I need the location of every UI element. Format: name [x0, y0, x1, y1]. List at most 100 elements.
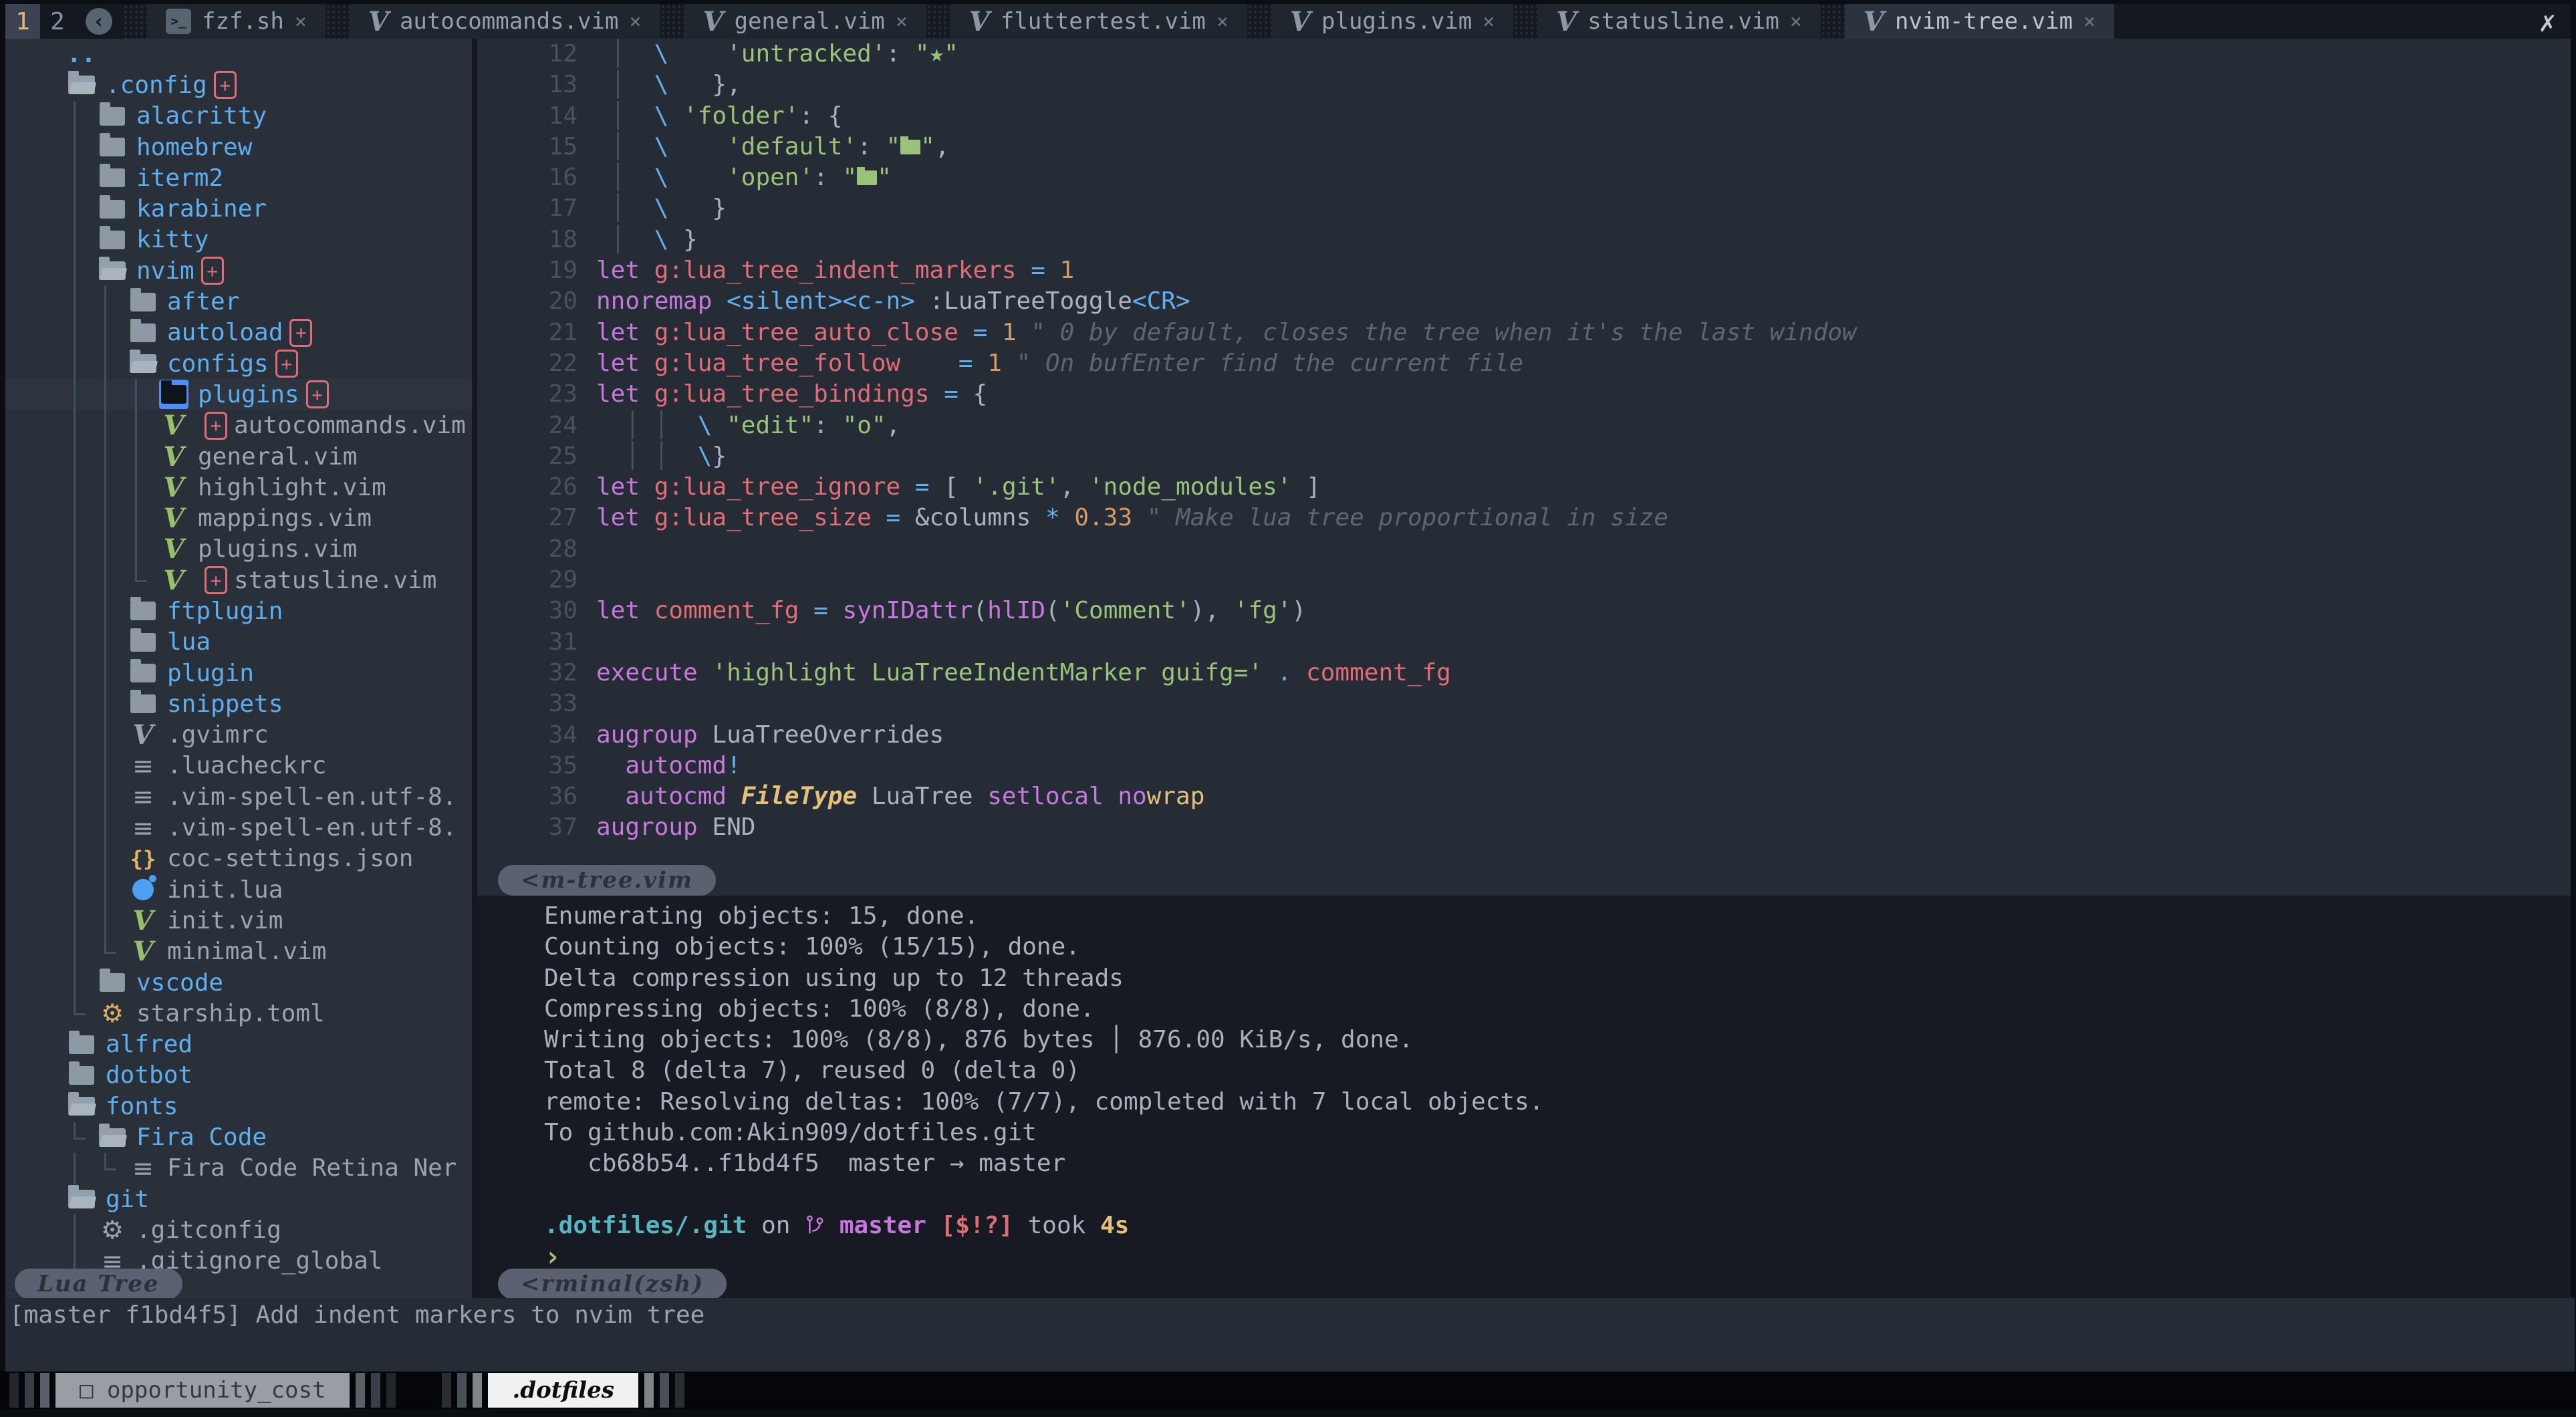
- tab-close-icon[interactable]: ×: [1790, 10, 1802, 33]
- tab-autocommands.vim[interactable]: Vautocommands.vim×: [350, 4, 660, 39]
- text-file-icon: ≡: [132, 751, 154, 781]
- code-editor-panel[interactable]: 12 │ \ 'untracked': "★"13 │ \ },14 │ \ '…: [477, 39, 2571, 896]
- line-number: 20: [477, 286, 596, 317]
- vim-message-line: [master f1bd4f5] Add indent markers to n…: [5, 1298, 2575, 1372]
- line-number: 33: [477, 688, 596, 719]
- code-line: 25 │ │ \}: [477, 441, 2571, 472]
- tmux-window-1[interactable]: □ opportunity_cost: [55, 1373, 350, 1408]
- code-line: 26let g:lua_tree_ignore = [ '.git', 'nod…: [477, 472, 2571, 503]
- folder-closed-icon: [67, 1030, 96, 1059]
- terminal-output-line: remote: Resolving deltas: 100% (7/7), co…: [477, 1087, 2571, 1118]
- folder-closed-icon: [67, 1061, 96, 1090]
- tab-close-icon[interactable]: ×: [629, 10, 641, 33]
- tab-separator-pattern: [326, 4, 350, 39]
- line-number: 23: [477, 379, 596, 410]
- tree-item-label: minimal.vim: [167, 938, 326, 965]
- tab-fluttertest.vim[interactable]: Vfluttertest.vim×: [950, 4, 1247, 39]
- tree-row-..[interactable]: ..: [5, 39, 472, 70]
- code-text: let g:lua_tree_indent_markers = 1: [596, 255, 1074, 286]
- gear-yellow-file-icon: ⚙: [98, 999, 127, 1028]
- tab-nvim-tree.vim[interactable]: Vnvim-tree.vim×: [1845, 4, 2114, 39]
- tree-item-label: lua: [167, 628, 211, 656]
- code-text: │ │ \}: [596, 441, 727, 472]
- tmux-window-2[interactable]: .dotfiles: [488, 1373, 638, 1408]
- tab-label: fzf.sh: [202, 8, 284, 35]
- folder-open-icon: [130, 354, 156, 373]
- tree-item-label: plugin: [167, 660, 254, 687]
- line-number: 15: [477, 132, 596, 162]
- code-line: 18 │ \ }: [477, 225, 2571, 255]
- folder-closed-icon: [130, 694, 156, 713]
- tree-row-.config[interactable]: .config+: [5, 70, 472, 100]
- tab-close-icon[interactable]: ×: [295, 10, 307, 33]
- vim-file-icon: V: [163, 441, 184, 472]
- tree-item-label: init.lua: [167, 876, 283, 904]
- folder-closed-icon: [100, 973, 125, 992]
- txt-file-icon: ≡: [128, 813, 158, 843]
- prompt-git-flags: [$!?]: [941, 1212, 1013, 1239]
- code-line: 33: [477, 688, 2571, 719]
- code-line: 27let g:lua_tree_size = &columns * 0.33 …: [477, 503, 2571, 533]
- code-line: 36 autocmd FileType LuaTree setlocal now…: [477, 781, 2571, 812]
- tree-item-label: statusline.vim: [234, 567, 436, 594]
- code-text: let g:lua_tree_ignore = [ '.git', 'node_…: [596, 472, 1321, 503]
- terminal-top-pad: [477, 896, 2571, 901]
- code-text: autocmd FileType LuaTree setlocal nowrap: [596, 781, 1204, 812]
- tab-label: autocommands.vim: [400, 8, 619, 35]
- tab-close-icon[interactable]: ×: [1483, 10, 1495, 33]
- gear-icon: ⚙: [101, 999, 124, 1028]
- tree-item-label: configs: [167, 350, 269, 378]
- tab-close-icon[interactable]: ×: [2083, 10, 2095, 33]
- window-close-icon[interactable]: ✗: [2539, 5, 2571, 38]
- prompt-cursor-char[interactable]: ›: [477, 1241, 2571, 1272]
- folder-closed-icon: [69, 1066, 94, 1085]
- tab-close-icon[interactable]: ×: [1216, 10, 1229, 33]
- terminal-output-line: [477, 1180, 2571, 1210]
- line-number: 16: [477, 162, 596, 193]
- code-line: 32execute 'highlight LuaTreeIndentMarker…: [477, 658, 2571, 688]
- vim-file-icon: V: [128, 937, 158, 967]
- history-back-icon[interactable]: ‹: [86, 8, 112, 35]
- vim-file-icon: V: [163, 565, 184, 596]
- terminal-split-panel[interactable]: Enumerating objects: 15, done.Counting o…: [477, 896, 2571, 1298]
- tab-label: general.vim: [735, 8, 885, 35]
- tree-row-fonts[interactable]: fonts: [5, 1091, 472, 1122]
- tree-row-git[interactable]: git: [5, 1184, 472, 1214]
- tree-item-label: alfred: [106, 1031, 192, 1058]
- vim-file-icon: V: [132, 905, 153, 936]
- txt-file-icon: ≡: [128, 782, 158, 811]
- folder-closed-icon: [100, 168, 125, 187]
- tree-item-label: plugins.vim: [198, 535, 357, 563]
- line-number: 30: [477, 596, 596, 626]
- tree-item-label: .luacheckrc: [167, 752, 326, 779]
- line-number: 28: [477, 534, 596, 565]
- tab-plugins.vim[interactable]: Vplugins.vim×: [1271, 4, 1513, 39]
- tab-fzf.sh[interactable]: >_fzf.sh×: [147, 4, 326, 39]
- line-number: 26: [477, 472, 596, 503]
- tree-row-dotbot[interactable]: dotbot: [5, 1060, 472, 1091]
- tree-item-label: .gvimrc: [167, 721, 269, 749]
- tab-statusline.vim[interactable]: Vstatusline.vim×: [1537, 4, 1821, 39]
- tree-item-label: snippets: [167, 690, 283, 718]
- prompt-duration: 4s: [1100, 1212, 1129, 1239]
- line-number: 32: [477, 658, 596, 688]
- file-tree-panel[interactable]: ...config+alacrittyhomebrewiterm2karabin…: [5, 39, 472, 1298]
- code-line: 17 │ \ }: [477, 193, 2571, 224]
- tmux-gradient-stripe: [442, 1373, 451, 1408]
- tab-close-icon[interactable]: ×: [896, 10, 908, 33]
- vim-icon: V: [1556, 6, 1577, 37]
- tree-row-alfred[interactable]: alfred: [5, 1029, 472, 1060]
- window-separator[interactable]: [472, 39, 477, 1298]
- vim-tabline: 12‹>_fzf.sh×Vautocommands.vim×Vgeneral.v…: [5, 4, 2571, 39]
- git-branch-icon: [805, 1212, 840, 1239]
- code-buffer-statusline-pill: <m-tree.vim: [498, 865, 716, 896]
- tree-indent-corner: [135, 580, 147, 582]
- code-line: 28: [477, 534, 2571, 565]
- tabpage-number-1[interactable]: 1: [5, 4, 40, 39]
- folder-closed-icon: [128, 318, 158, 348]
- vim-file-icon: V: [163, 534, 184, 565]
- tabpage-number-2[interactable]: 2: [40, 4, 75, 39]
- tab-general.vim[interactable]: Vgeneral.vim×: [684, 4, 926, 39]
- lua-file-icon: [128, 875, 158, 904]
- line-number: 14: [477, 101, 596, 132]
